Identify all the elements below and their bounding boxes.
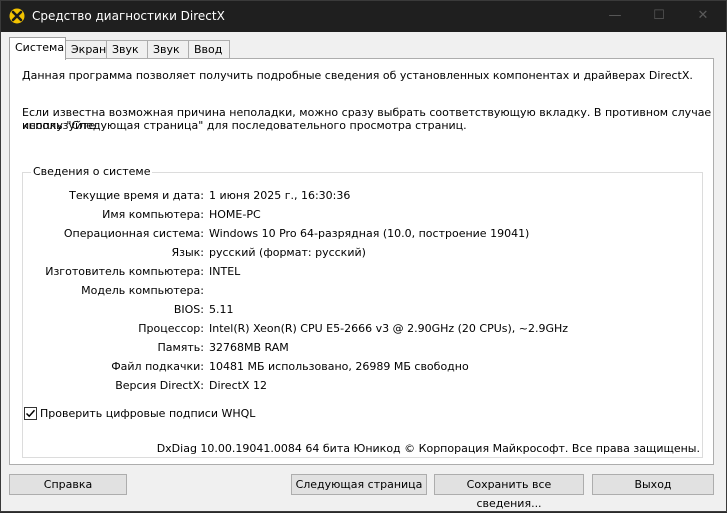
info-value: INTEL [209, 265, 241, 278]
info-label: Имя компьютера: [102, 208, 204, 221]
window-title: Средство диагностики DirectX [32, 9, 225, 23]
save-all-button[interactable]: Сохранить все сведения... [434, 474, 584, 510]
info-row: Язык: русский (формат: русский) [23, 246, 704, 260]
info-label: Текущие время и дата: [69, 189, 204, 202]
tab-system[interactable]: Система [9, 37, 66, 60]
info-label: Память: [157, 341, 204, 354]
info-label: Файл подкачки: [111, 360, 204, 373]
info-value: Intel(R) Xeon(R) CPU E5-2666 v3 @ 2.90GH… [209, 322, 569, 335]
tab-input[interactable]: Ввод [188, 40, 230, 59]
help-button[interactable]: Справка [9, 474, 127, 495]
next-page-button[interactable]: Следующая страница [291, 474, 427, 495]
intro-text-3: кнопку "Следующая страница" для последов… [22, 119, 467, 132]
info-row: Память: 32768MB RAM [23, 341, 704, 355]
intro-text-1: Данная программа позволяет получить подр… [22, 69, 693, 82]
info-label: Изготовитель компьютера: [45, 265, 204, 278]
whql-checkbox-label[interactable]: Проверить цифровые подписи WHQL [40, 407, 255, 420]
info-row: Операционная система: Windows 10 Pro 64-… [23, 227, 704, 241]
info-label: Операционная система: [63, 227, 204, 240]
info-row: Имя компьютера: HOME-PC [23, 208, 704, 222]
tab-display[interactable]: Экран [65, 40, 107, 59]
info-row: Текущие время и дата: 1 июня 2025 г., 16… [23, 189, 704, 203]
info-value: 10481 МБ использовано, 26989 МБ свободно [209, 360, 469, 373]
info-value: DirectX 12 [209, 379, 267, 392]
dxdiag-window: Средство диагностики DirectX — ☐ ✕ Систе… [0, 0, 727, 512]
system-tab-panel: Данная программа позволяет получить подр… [9, 58, 714, 465]
info-label: Язык: [171, 246, 204, 259]
tab-sound-1[interactable]: Звук 1 [106, 40, 148, 73]
info-value: 32768MB RAM [209, 341, 289, 354]
system-info-legend: Сведения о системе [31, 165, 153, 178]
info-label: Модель компьютера: [81, 284, 204, 297]
directx-icon [9, 8, 25, 24]
tab-sound-2[interactable]: Звук 2 [147, 40, 189, 73]
info-label: Процессор: [138, 322, 204, 335]
info-value: 1 июня 2025 г., 16:30:36 [209, 189, 351, 202]
exit-button[interactable]: Выход [592, 474, 714, 495]
info-row: Версия DirectX: DirectX 12 [23, 379, 704, 393]
info-row: Файл подкачки: 10481 МБ использовано, 26… [23, 360, 704, 374]
maximize-button[interactable]: ☐ [639, 1, 679, 32]
info-row: Процессор: Intel(R) Xeon(R) CPU E5-2666 … [23, 322, 704, 336]
info-label: Версия DirectX: [115, 379, 204, 392]
info-row: Изготовитель компьютера: INTEL [23, 265, 704, 279]
info-value: 5.11 [209, 303, 234, 316]
title-bar[interactable]: Средство диагностики DirectX — ☐ ✕ [1, 1, 726, 32]
info-row: BIOS: 5.11 [23, 303, 704, 317]
info-value: русский (формат: русский) [209, 246, 366, 259]
close-button[interactable]: ✕ [683, 1, 723, 32]
info-value: Windows 10 Pro 64-разрядная (10.0, постр… [209, 227, 530, 240]
copyright-text: DxDiag 10.00.19041.0084 64 бита Юникод ©… [156, 442, 700, 455]
checkmark-icon [25, 409, 36, 418]
info-row: Модель компьютера: [23, 284, 704, 298]
dialog-body: Система Экран Звук 1 Звук 2 Ввод Данная … [1, 32, 726, 511]
whql-checkbox[interactable] [24, 407, 37, 420]
minimize-button[interactable]: — [595, 1, 635, 32]
info-value: HOME-PC [209, 208, 261, 221]
info-label: BIOS: [173, 303, 204, 316]
